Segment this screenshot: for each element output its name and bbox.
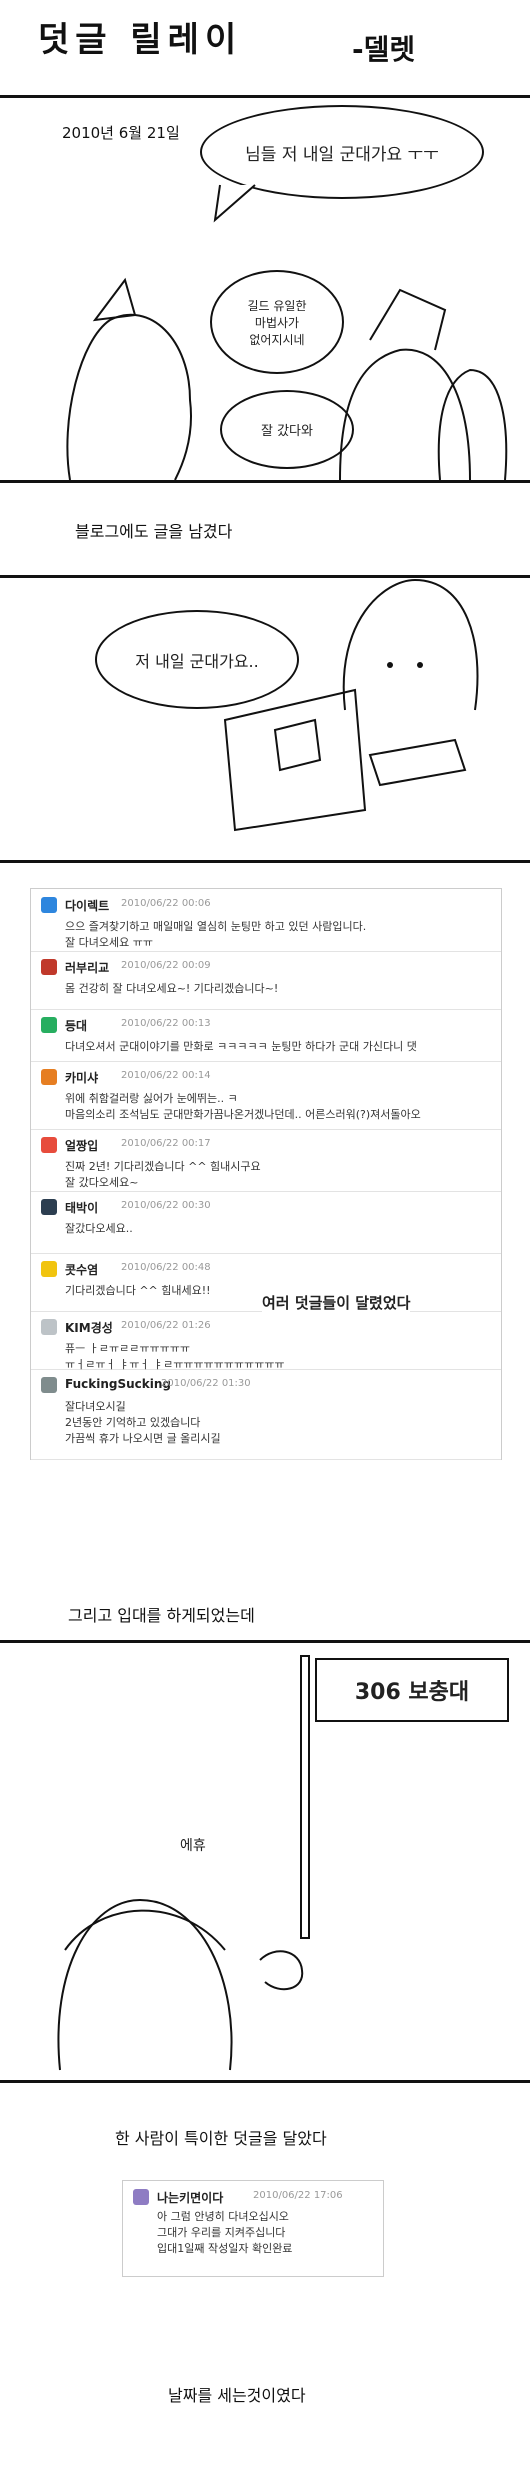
comment-row: KIM경성 2010/06/22 01:26 퓨ㅡ ㅏㄹㅠㄹㄹㅠㅠㅠㅠㅠ ㅠㅓㄹㅠㅓ… [31, 1311, 501, 1371]
caption-blog: 블로그에도 글을 남겼다 [75, 522, 233, 541]
bubble-main-text: 님들 저 내일 군대가요 ㅜㅜ [245, 144, 439, 165]
comment-row: FuckingSucking 2010/06/22 01:30 잘다녀오시길 2년동… [31, 1369, 501, 1460]
comment-date: 2010/06/22 01:26 [121, 1320, 211, 1331]
comment-text: 잘다녀오시길 2년동안 기억하고 있겠습니다 가끔씩 휴가 나오시면 글 올리시… [65, 1400, 221, 1445]
avatar [41, 1377, 57, 1393]
comment-text: 진짜 2년! 기다리겠습니다 ^^ 힘내시구요 잘 갔다오세요~ [65, 1160, 261, 1189]
comment-date: 2010/06/22 00:14 [121, 1070, 211, 1081]
comment-date: 2010/06/22 00:48 [121, 1262, 211, 1273]
comment-text: 기다리겠습니다 ^^ 힘내세요!! [65, 1284, 211, 1297]
comment-author: 등대 [65, 1019, 88, 1033]
panel-border-bottom-3 [0, 2080, 530, 2083]
panel-border-top-1 [0, 95, 530, 98]
author-signature: -델렛 [352, 33, 416, 66]
comment-author: 다이렉트 [65, 899, 110, 913]
comment-row: 카미샤 2010/06/22 00:14 위에 취함걸러랑 싫어가 눈에뛰는.. ㅋ… [31, 1061, 501, 1130]
panel3-drawing [57, 1898, 304, 2071]
avatar [41, 1199, 57, 1215]
avatar [41, 1069, 57, 1085]
avatar [41, 1137, 57, 1153]
comment-author: 러부리교 [65, 961, 110, 975]
reply-author: 나는키면이다 [157, 2191, 224, 2205]
comment-date: 2010/06/22 00:30 [121, 1200, 211, 1211]
comment-author: 콧수염 [65, 1263, 99, 1277]
comic-title: 덧글 릴레이 [38, 20, 243, 60]
comment-text: 잘갔다오세요.. [65, 1222, 133, 1235]
comment-date: 2010/06/22 00:17 [121, 1138, 211, 1149]
comment-text: 다녀오셔서 군대이야기를 만화로 ㅋㅋㅋㅋㅋ 눈팅만 하다가 군대 가신다니 댓 [65, 1040, 417, 1053]
comment-row: 얼짱입 2010/06/22 00:17 진짜 2년! 기다리겠습니다 ^^ 힘내시… [31, 1129, 501, 1192]
caption-comments: 여러 덧글들이 달렸었다 [262, 1292, 411, 1313]
caption-punchline: 날짜를 세는것이였다 [168, 2386, 306, 2405]
comment-row: 다이렉트 2010/06/22 00:06 으으 즐겨찾기하고 매일매일 열심히 눈… [31, 889, 501, 952]
date-text: 2010년 6월 21일 [62, 124, 180, 142]
panel2-drawing [223, 578, 479, 832]
comment-text: 몸 건강히 잘 다녀오세요~! 기다리겠습니다~! [65, 982, 279, 995]
reply-date: 2010/06/22 17:06 [253, 2190, 343, 2201]
panel-border-bottom-2 [0, 860, 530, 863]
avatar [41, 959, 57, 975]
avatar [133, 2189, 149, 2205]
comment-date: 2010/06/22 00:09 [121, 960, 211, 971]
comment-text: 으으 즐겨찾기하고 매일매일 열심히 눈팅만 하고 있던 사람입니다. 잘 다녀… [65, 920, 367, 949]
special-reply: 나는키면이다 2010/06/22 17:06 아 그럼 안녕히 다녀오십시오 … [122, 2180, 384, 2277]
comment-author: KIM경성 [65, 1321, 113, 1335]
comment-author: FuckingSucking [65, 1377, 172, 1391]
comment-author: 카미샤 [65, 1071, 99, 1085]
comment-row: 러부리교 2010/06/22 00:09 몸 건강히 잘 다녀오세요~! 기다리겠… [31, 951, 501, 1010]
avatar [41, 897, 57, 913]
panel1-drawing [66, 277, 508, 480]
comment-date: 2010/06/22 00:13 [121, 1018, 211, 1029]
caption-enlist: 그리고 입대를 하게되었는데 [68, 1606, 255, 1625]
caption-special-reply: 한 사람이 특이한 덧글을 달았다 [115, 2129, 327, 2148]
avatar [41, 1017, 57, 1033]
comment-author: 태박이 [65, 1201, 99, 1215]
avatar [41, 1319, 57, 1335]
flag-sign-text: 306 보충대 [354, 1680, 470, 1705]
reply-text: 아 그럼 안녕히 다녀오십시오 그대가 우리를 지켜주십니다 입대1일째 작성일… [157, 2210, 293, 2255]
comment-date: 2010/06/22 00:06 [121, 898, 211, 909]
comment-text: 위에 취함걸러랑 싫어가 눈에뛰는.. ㅋ 마음의소리 조석님도 군대만화가끔나… [65, 1092, 421, 1121]
comment-list: 다이렉트 2010/06/22 00:06 으으 즐겨찾기하고 매일매일 열심히 눈… [30, 888, 502, 1460]
comment-row: 태박이 2010/06/22 00:30 잘갔다오세요.. [31, 1191, 501, 1254]
avatar [41, 1261, 57, 1277]
comment-author: 얼짱입 [65, 1139, 99, 1153]
comment-row: 등대 2010/06/22 00:13 다녀오셔서 군대이야기를 만화로 ㅋㅋㅋㅋㅋ… [31, 1009, 501, 1062]
comment-date: 2010/06/22 01:30 [161, 1378, 251, 1389]
flag-sign: 306 보충대 [315, 1658, 509, 1722]
panel-border-bottom-1 [0, 480, 530, 483]
panel-border-top-3 [0, 1640, 530, 1643]
